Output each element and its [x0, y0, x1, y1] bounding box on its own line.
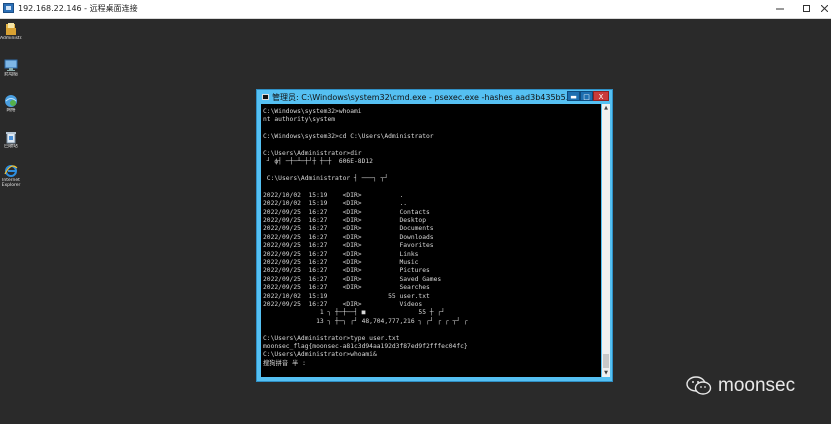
scroll-up-icon[interactable]: ▲	[602, 104, 610, 112]
ime-status-line: 搜狗拼音 半 :	[263, 359, 306, 367]
console-line: ┘ ф┤ ─┼─┴─┼┘┼ ┼─┼ 606E-8D12	[263, 158, 373, 166]
console-line: 1 ┐ ┼─┼──┤ ■ 55 ┼ ┌┘	[263, 309, 445, 317]
watermark-text: moonsec	[718, 375, 796, 396]
console-line: moonsec_flag{moonsec-a81c3d94aa192d3f87e…	[263, 342, 468, 350]
scrollbar-thumb[interactable]	[603, 354, 609, 368]
console-line: C:\Users\Administrator ┤ ───┐ ┬┘	[263, 175, 389, 183]
console-line: 2022/09/25 16:27 <DIR> Favorites	[263, 242, 434, 250]
console-line: 2022/10/02 15:19 55 user.txt	[263, 292, 430, 300]
wechat-icon	[686, 376, 712, 395]
maximize-button[interactable]	[792, 0, 820, 18]
remote-desktop: Administr... 此电脑 网络 回收站 Internet Explore…	[0, 19, 831, 424]
console-line: nt authority\system	[263, 116, 336, 124]
close-button[interactable]	[817, 0, 831, 18]
console-line: 2022/09/25 16:27 <DIR> Pictures	[263, 267, 430, 275]
maximize-icon	[802, 5, 810, 12]
computer-icon	[4, 59, 18, 71]
rdp-title-bar: 192.168.22.146 - 远程桌面连接	[0, 0, 831, 19]
cmd-close-button[interactable]: X	[593, 91, 609, 101]
desktop-icon-recycle-bin[interactable]: 回收站	[0, 130, 22, 149]
minimize-button[interactable]	[766, 0, 794, 18]
desktop-icon-administrator[interactable]: Administr...	[0, 22, 22, 41]
console-line: 2022/09/25 16:27 <DIR> Contacts	[263, 208, 430, 216]
ie-icon	[4, 165, 18, 177]
console-output[interactable]: C:\Windows\system32>whoami nt authority\…	[261, 104, 601, 377]
console-line: 2022/09/25 16:27 <DIR> Downloads	[263, 233, 434, 241]
cmd-icon	[262, 94, 269, 100]
recycle-bin-icon	[6, 132, 16, 144]
desktop-icon-internet-explorer[interactable]: Internet Explorer	[0, 164, 22, 188]
console-line: 2022/10/02 15:19 <DIR> .	[263, 191, 404, 199]
console-line: 13 ┐ ┼─┐ ┌┘ 48,704,777,216 ┐ ┌┘ ┌ ┌ ┬┘ ┌	[263, 317, 468, 325]
desktop-icon-this-pc[interactable]: 此电脑	[0, 58, 22, 77]
console-scrollbar[interactable]: ▲ ▼	[602, 104, 610, 377]
close-icon	[820, 4, 828, 13]
remote-desktop-icon	[3, 3, 14, 13]
minimize-icon	[776, 8, 784, 9]
cmd-maximize-button[interactable]: □	[580, 91, 593, 101]
cmd-window[interactable]: 管理员: C:\Windows\system32\cmd.exe - psexe…	[256, 89, 613, 382]
cmd-window-title: 管理员: C:\Windows\system32\cmd.exe - psexe…	[272, 93, 572, 102]
console-line: 2022/09/25 16:27 <DIR> Documents	[263, 225, 434, 233]
cmd-title-bar[interactable]: 管理员: C:\Windows\system32\cmd.exe - psexe…	[257, 90, 612, 104]
console-line: 2022/10/02 15:19 <DIR> ..	[263, 200, 408, 208]
network-icon	[5, 95, 17, 107]
console-line: 2022/09/25 16:27 <DIR> Searches	[263, 284, 430, 292]
desktop-icon-network[interactable]: 网络	[0, 94, 22, 113]
console-line: 2022/09/25 16:27 <DIR> Music	[263, 259, 419, 267]
console-line: 2022/09/25 16:27 <DIR> Saved Games	[263, 275, 442, 283]
console-line: 2022/09/25 16:27 <DIR> Links	[263, 250, 419, 258]
scroll-down-icon[interactable]: ▼	[602, 369, 610, 377]
cmd-minimize-button[interactable]: ▬	[567, 91, 580, 101]
console-line: C:\Windows\system32>whoami	[263, 108, 362, 115]
console-line: C:\Users\Administrator>type user.txt	[263, 334, 400, 342]
console-line: C:\Windows\system32>cd C:\Users\Administ…	[263, 133, 434, 141]
rdp-window-title: 192.168.22.146 - 远程桌面连接	[18, 4, 138, 13]
folder-icon	[6, 23, 16, 35]
console-line: 2022/09/25 16:27 <DIR> Desktop	[263, 217, 427, 225]
console-line: C:\Users\Administrator>whoami&	[263, 351, 377, 359]
